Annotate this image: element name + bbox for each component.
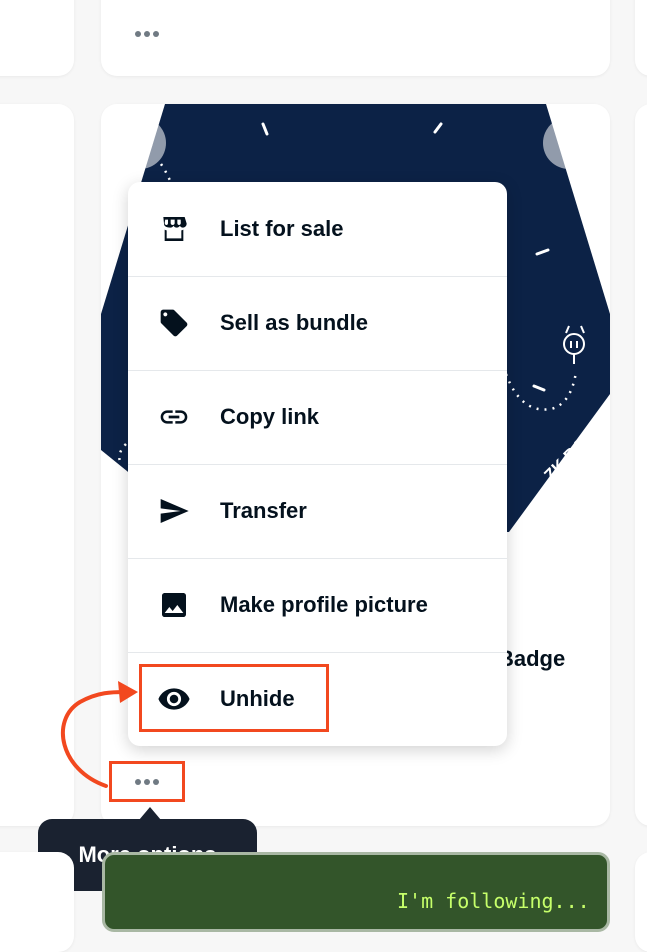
image-icon <box>156 587 192 623</box>
menu-item-label: Transfer <box>220 498 307 523</box>
chain-link-button[interactable] <box>114 117 166 169</box>
options-menu: List for sale Sell as bundle Copy link T… <box>128 182 507 746</box>
menu-item-copy-link[interactable]: Copy link <box>128 370 507 465</box>
menu-item-label: Make profile picture <box>220 592 428 617</box>
polygon-chain-icon <box>127 133 153 153</box>
link-icon <box>156 399 192 435</box>
nft-card-right-top[interactable] <box>635 0 647 76</box>
storefront-icon <box>156 211 192 247</box>
nft-card-bottom[interactable]: I'm following... <box>102 852 610 932</box>
menu-item-make-profile-picture[interactable]: Make profile picture <box>128 558 507 653</box>
tag-icon <box>156 305 192 341</box>
nft-card-right[interactable] <box>635 104 647 826</box>
menu-item-label: Copy link <box>220 404 320 429</box>
menu-item-list-for-sale[interactable]: List for sale <box>128 182 507 277</box>
menu-item-label: List for sale <box>220 216 344 241</box>
nft-title: Badge <box>498 646 566 671</box>
annotation-arrow-icon <box>61 681 138 788</box>
nft-card-bottom-left[interactable] <box>0 852 74 952</box>
plus-icon <box>558 132 580 154</box>
nft-card-left-top[interactable] <box>0 0 74 76</box>
menu-item-transfer[interactable]: Transfer <box>128 464 507 559</box>
add-to-cart-button[interactable] <box>543 117 595 169</box>
send-icon <box>156 493 192 529</box>
more-options-button-top[interactable] <box>127 22 167 46</box>
nft-card-top[interactable] <box>101 0 610 76</box>
menu-item-sell-as-bundle[interactable]: Sell as bundle <box>128 276 507 371</box>
bottom-card-text: I'm following... <box>397 889 590 913</box>
menu-item-label: Sell as bundle <box>220 310 368 335</box>
nft-card-bottom-right[interactable] <box>635 852 647 952</box>
